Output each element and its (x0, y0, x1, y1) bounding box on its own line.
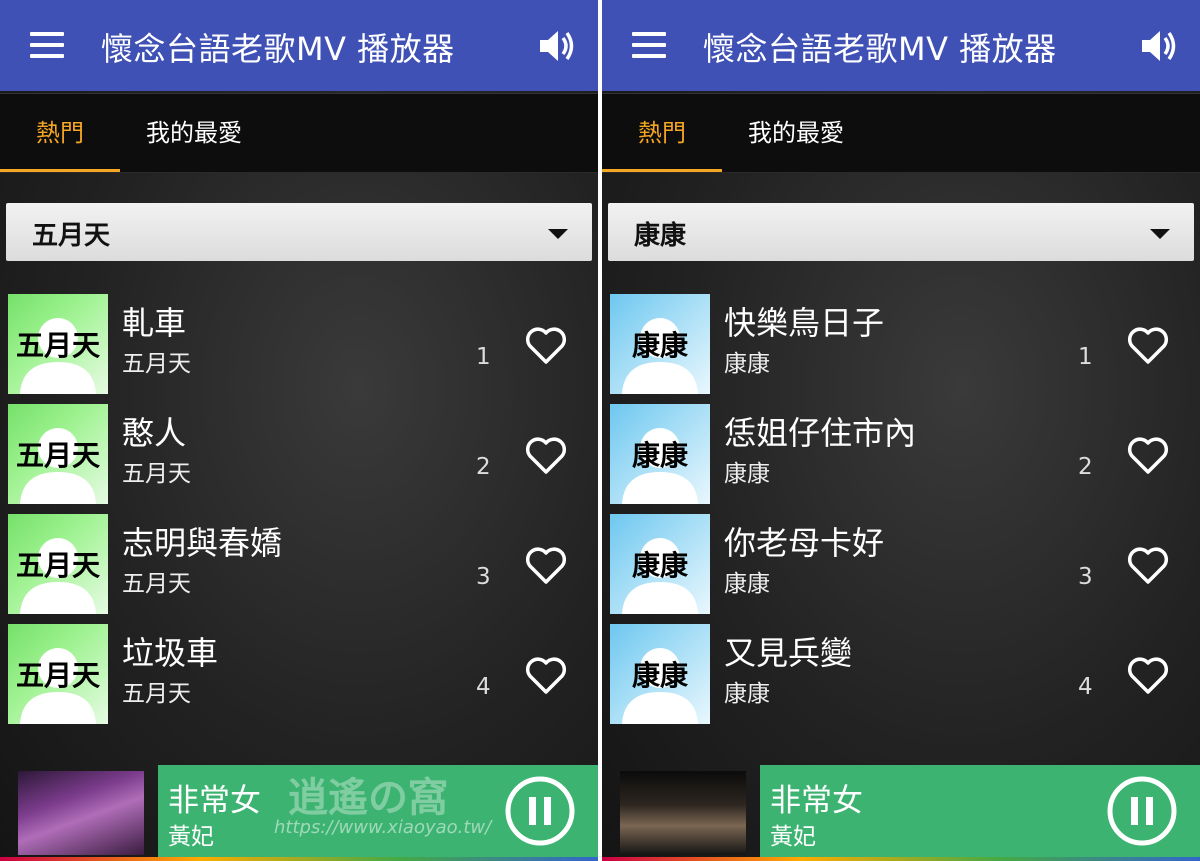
volume-icon[interactable] (536, 26, 576, 66)
artist-dropdown[interactable]: 五月天 (6, 203, 592, 261)
song-artist: 五月天 (122, 681, 191, 707)
tab-bar: 熱門 我的最愛 (602, 93, 1200, 173)
song-row[interactable]: 康康 又見兵變 康康 4 (602, 624, 1200, 724)
song-thumbnail: 五月天 (8, 624, 108, 724)
song-artist: 五月天 (122, 461, 191, 487)
volume-icon[interactable] (1138, 26, 1178, 66)
menu-icon[interactable] (30, 32, 64, 58)
song-thumbnail: 康康 (610, 294, 710, 394)
song-rank: 1 (1078, 344, 1093, 370)
thumbnail-artist-label: 五月天 (15, 549, 100, 582)
song-title: 志明與春嬌 (122, 524, 283, 562)
heart-icon[interactable] (1124, 541, 1172, 589)
now-playing-title: 非常女 (168, 783, 261, 819)
thumbnail-artist-label: 康康 (631, 329, 688, 362)
dropdown-caret-icon (548, 229, 568, 239)
song-rank: 3 (476, 564, 491, 590)
now-playing-bar[interactable]: 非常女 黃妃 (602, 765, 1200, 861)
song-thumbnail: 五月天 (8, 404, 108, 504)
pause-icon[interactable] (504, 775, 576, 847)
now-playing-artist: 黃妃 (168, 824, 214, 850)
song-thumbnail: 康康 (610, 404, 710, 504)
thumbnail-artist-label: 康康 (631, 659, 688, 692)
thumbnail-artist-label: 五月天 (15, 329, 100, 362)
heart-icon[interactable] (522, 651, 570, 699)
song-row[interactable]: 五月天 志明與春嬌 五月天 3 (0, 514, 598, 614)
pause-icon[interactable] (1106, 775, 1178, 847)
now-playing-video-thumbnail[interactable] (620, 771, 746, 855)
song-row[interactable]: 康康 你老母卡好 康康 3 (602, 514, 1200, 614)
song-row[interactable]: 康康 恁姐仔住市內 康康 2 (602, 404, 1200, 504)
song-artist: 康康 (724, 571, 770, 597)
song-artist: 康康 (724, 351, 770, 377)
tab-hot[interactable]: 熱門 (602, 94, 722, 172)
song-rank: 2 (476, 454, 491, 480)
song-title: 你老母卡好 (724, 524, 885, 562)
heart-icon[interactable] (522, 541, 570, 589)
menu-icon[interactable] (632, 32, 666, 58)
tab-favorites[interactable]: 我的最愛 (120, 94, 268, 172)
song-title: 又見兵變 (724, 634, 853, 672)
app-bar: 懷念台語老歌MV 播放器 (0, 0, 598, 91)
song-artist: 康康 (724, 461, 770, 487)
heart-icon[interactable] (522, 321, 570, 369)
song-rank: 2 (1078, 454, 1093, 480)
song-artist: 五月天 (122, 571, 191, 597)
song-rank: 3 (1078, 564, 1093, 590)
watermark: 逍遙の窩 (288, 774, 448, 821)
tab-hot[interactable]: 熱門 (0, 94, 120, 172)
song-artist: 五月天 (122, 351, 191, 377)
song-thumbnail: 五月天 (8, 514, 108, 614)
app-title: 懷念台語老歌MV 播放器 (101, 30, 455, 68)
dropdown-caret-icon (1150, 229, 1170, 239)
song-artist: 康康 (724, 681, 770, 707)
song-row[interactable]: 五月天 憨人 五月天 2 (0, 404, 598, 504)
thumbnail-artist-label: 康康 (631, 549, 688, 582)
app-bar: 懷念台語老歌MV 播放器 (602, 0, 1200, 91)
now-playing-info[interactable]: 非常女 黃妃 (760, 765, 1200, 857)
heart-icon[interactable] (1124, 651, 1172, 699)
watermark-url: https://www.xiaoyao.tw/ (274, 817, 492, 838)
song-thumbnail: 康康 (610, 624, 710, 724)
heart-icon[interactable] (1124, 431, 1172, 479)
tab-bar: 熱門 我的最愛 (0, 93, 598, 173)
screen-right: 懷念台語老歌MV 播放器 熱門 我的最愛 康康 康康 快樂鳥日子 康康 1 康康… (602, 0, 1200, 861)
now-playing-title: 非常女 (770, 783, 863, 819)
song-title: 恁姐仔住市內 (724, 414, 917, 452)
heart-icon[interactable] (1124, 321, 1172, 369)
bottom-strip (602, 857, 1200, 861)
song-title: 垃圾車 (122, 634, 219, 672)
thumbnail-artist-label: 康康 (631, 439, 688, 472)
now-playing-info[interactable]: 非常女 黃妃 逍遙の窩 https://www.xiaoyao.tw/ (158, 765, 598, 857)
heart-icon[interactable] (522, 431, 570, 479)
now-playing-artist: 黃妃 (770, 824, 816, 850)
thumbnail-artist-label: 五月天 (15, 659, 100, 692)
song-title: 快樂鳥日子 (724, 304, 885, 342)
song-rank: 4 (1078, 674, 1093, 700)
song-thumbnail: 五月天 (8, 294, 108, 394)
dropdown-selected-value: 康康 (634, 221, 687, 251)
song-title: 憨人 (122, 414, 187, 452)
song-row[interactable]: 康康 快樂鳥日子 康康 1 (602, 294, 1200, 394)
tab-favorites[interactable]: 我的最愛 (722, 94, 870, 172)
screens-container: 懷念台語老歌MV 播放器 熱門 我的最愛 五月天 五月天 軋車 五月天 1 五月… (0, 0, 1200, 861)
dropdown-selected-value: 五月天 (32, 221, 111, 251)
artist-dropdown[interactable]: 康康 (608, 203, 1194, 261)
app-title: 懷念台語老歌MV 播放器 (703, 30, 1057, 68)
screen-left: 懷念台語老歌MV 播放器 熱門 我的最愛 五月天 五月天 軋車 五月天 1 五月… (0, 0, 598, 861)
song-rank: 4 (476, 674, 491, 700)
thumbnail-artist-label: 五月天 (15, 439, 100, 472)
song-thumbnail: 康康 (610, 514, 710, 614)
now-playing-video-thumbnail[interactable] (18, 771, 144, 855)
song-row[interactable]: 五月天 軋車 五月天 1 (0, 294, 598, 394)
song-row[interactable]: 五月天 垃圾車 五月天 4 (0, 624, 598, 724)
song-title: 軋車 (122, 304, 187, 342)
now-playing-bar[interactable]: 非常女 黃妃 逍遙の窩 https://www.xiaoyao.tw/ (0, 765, 598, 861)
bottom-strip (0, 857, 598, 861)
song-rank: 1 (476, 344, 491, 370)
